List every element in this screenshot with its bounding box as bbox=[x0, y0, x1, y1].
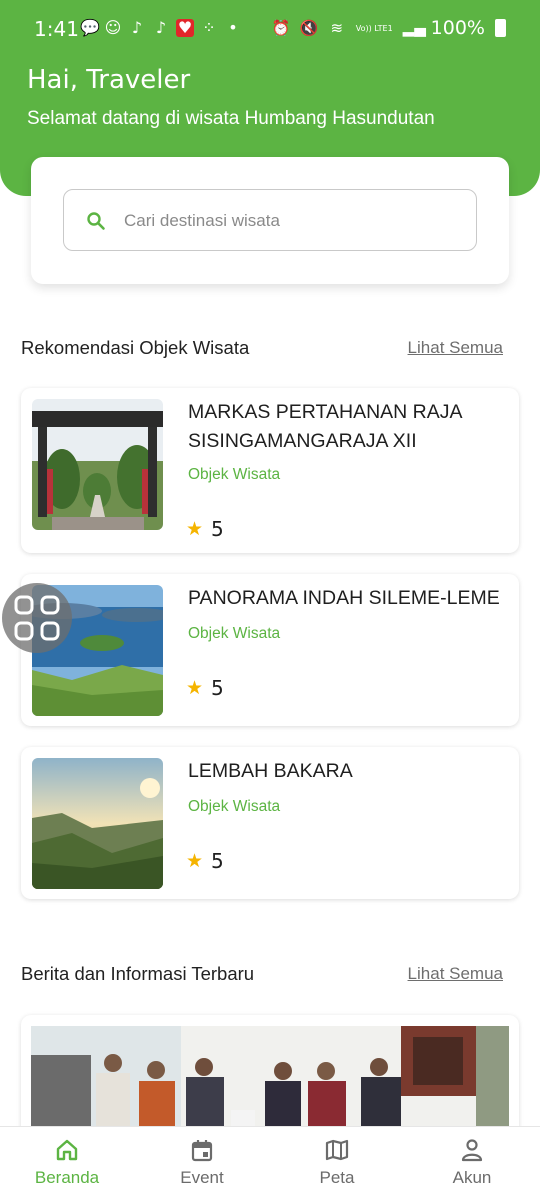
chat-bubble-icon: 💬 bbox=[80, 18, 100, 37]
network-label: Vo)) LTE1 bbox=[355, 23, 393, 33]
tiktok-icon: ♪ bbox=[131, 18, 143, 37]
signal-icon: ▂▄ bbox=[402, 19, 426, 37]
star-icon: ★ bbox=[186, 850, 204, 872]
attraction-title: PANORAMA INDAH SILEME-LEME bbox=[188, 587, 500, 609]
status-time: 1:41 bbox=[34, 17, 79, 41]
mute-icon: 🔇 bbox=[299, 19, 319, 37]
rating-value: 5 bbox=[211, 676, 224, 700]
attraction-category: Objek Wisata bbox=[188, 625, 281, 642]
news-see-all-link[interactable]: Lihat Semua bbox=[408, 964, 503, 984]
app-badge-icon: ♥ bbox=[176, 18, 194, 37]
recommendations-see-all-link[interactable]: Lihat Semua bbox=[408, 338, 503, 358]
map-icon bbox=[325, 1139, 349, 1161]
attraction-card[interactable]: MARKAS PERTAHANAN RAJA SISINGAMANGARAJA … bbox=[21, 388, 519, 553]
nav-beranda[interactable]: Beranda bbox=[7, 1137, 127, 1188]
dot-icon: • bbox=[228, 18, 238, 37]
attraction-rating: ★ 5 bbox=[186, 676, 224, 700]
attraction-rating: ★ 5 bbox=[186, 517, 224, 541]
attraction-title: MARKAS PERTAHANAN RAJA SISINGAMANGARAJA … bbox=[188, 401, 462, 452]
home-icon bbox=[56, 1139, 78, 1161]
star-icon: ★ bbox=[186, 518, 204, 540]
attraction-category: Objek Wisata bbox=[188, 466, 281, 483]
rating-value: 5 bbox=[211, 849, 224, 873]
calendar-icon bbox=[191, 1140, 213, 1162]
notification-icons: 💬 ☺ ♪ ♪ ♥ ⁘ • bbox=[80, 19, 242, 37]
status-bar: 1:41 💬 ☺ ♪ ♪ ♥ ⁘ • ⏰ 🔇 ≋ Vo)) LTE1 ▂▄ 10… bbox=[0, 0, 540, 58]
search-input[interactable] bbox=[124, 208, 454, 234]
attraction-photo bbox=[32, 758, 163, 889]
search-icon bbox=[87, 212, 105, 230]
alarm-icon: ⏰ bbox=[271, 19, 291, 37]
greeting-title: Hai, Traveler bbox=[27, 65, 191, 95]
tiktok-icon: ♪ bbox=[155, 18, 167, 37]
battery-percent: 100% bbox=[430, 17, 485, 39]
attraction-category: Objek Wisata bbox=[188, 798, 281, 815]
nav-akun[interactable]: Akun bbox=[412, 1137, 532, 1188]
grid-icon bbox=[14, 595, 60, 641]
star-icon: ★ bbox=[186, 677, 204, 699]
nav-event[interactable]: Event bbox=[142, 1137, 262, 1188]
nav-label: Akun bbox=[452, 1168, 492, 1187]
attraction-title: LEMBAH BAKARA bbox=[188, 760, 353, 782]
search-box[interactable] bbox=[63, 189, 477, 251]
battery-icon bbox=[495, 19, 506, 37]
bottom-navigation: Beranda Event Peta Akun bbox=[0, 1126, 540, 1200]
search-card bbox=[31, 157, 509, 284]
status-right: ⏰ 🔇 ≋ Vo)) LTE1 ▂▄ 100% bbox=[272, 17, 506, 39]
wifi-icon: ≋ bbox=[330, 19, 344, 37]
nav-label: Beranda bbox=[34, 1168, 100, 1187]
attraction-card[interactable]: PANORAMA INDAH SILEME-LEME Objek Wisata … bbox=[21, 574, 519, 726]
recommendations-title: Rekomendasi Objek Wisata bbox=[21, 337, 250, 358]
rating-value: 5 bbox=[211, 517, 224, 541]
news-title: Berita dan Informasi Terbaru bbox=[21, 963, 255, 984]
greeting-subtitle: Selamat datang di wisata Humbang Hasundu… bbox=[27, 108, 435, 129]
attraction-card[interactable]: LEMBAH BAKARA Objek Wisata ★ 5 bbox=[21, 747, 519, 899]
nav-peta[interactable]: Peta bbox=[277, 1137, 397, 1188]
smiley-icon: ☺ bbox=[104, 18, 122, 37]
attraction-photo bbox=[32, 399, 163, 530]
nav-label: Peta bbox=[319, 1168, 355, 1187]
floating-shortcut-button[interactable] bbox=[2, 583, 72, 653]
attraction-rating: ★ 5 bbox=[186, 849, 224, 873]
person-icon bbox=[461, 1139, 483, 1162]
nav-label: Event bbox=[180, 1168, 224, 1187]
grid-dots-icon: ⁘ bbox=[202, 18, 216, 37]
